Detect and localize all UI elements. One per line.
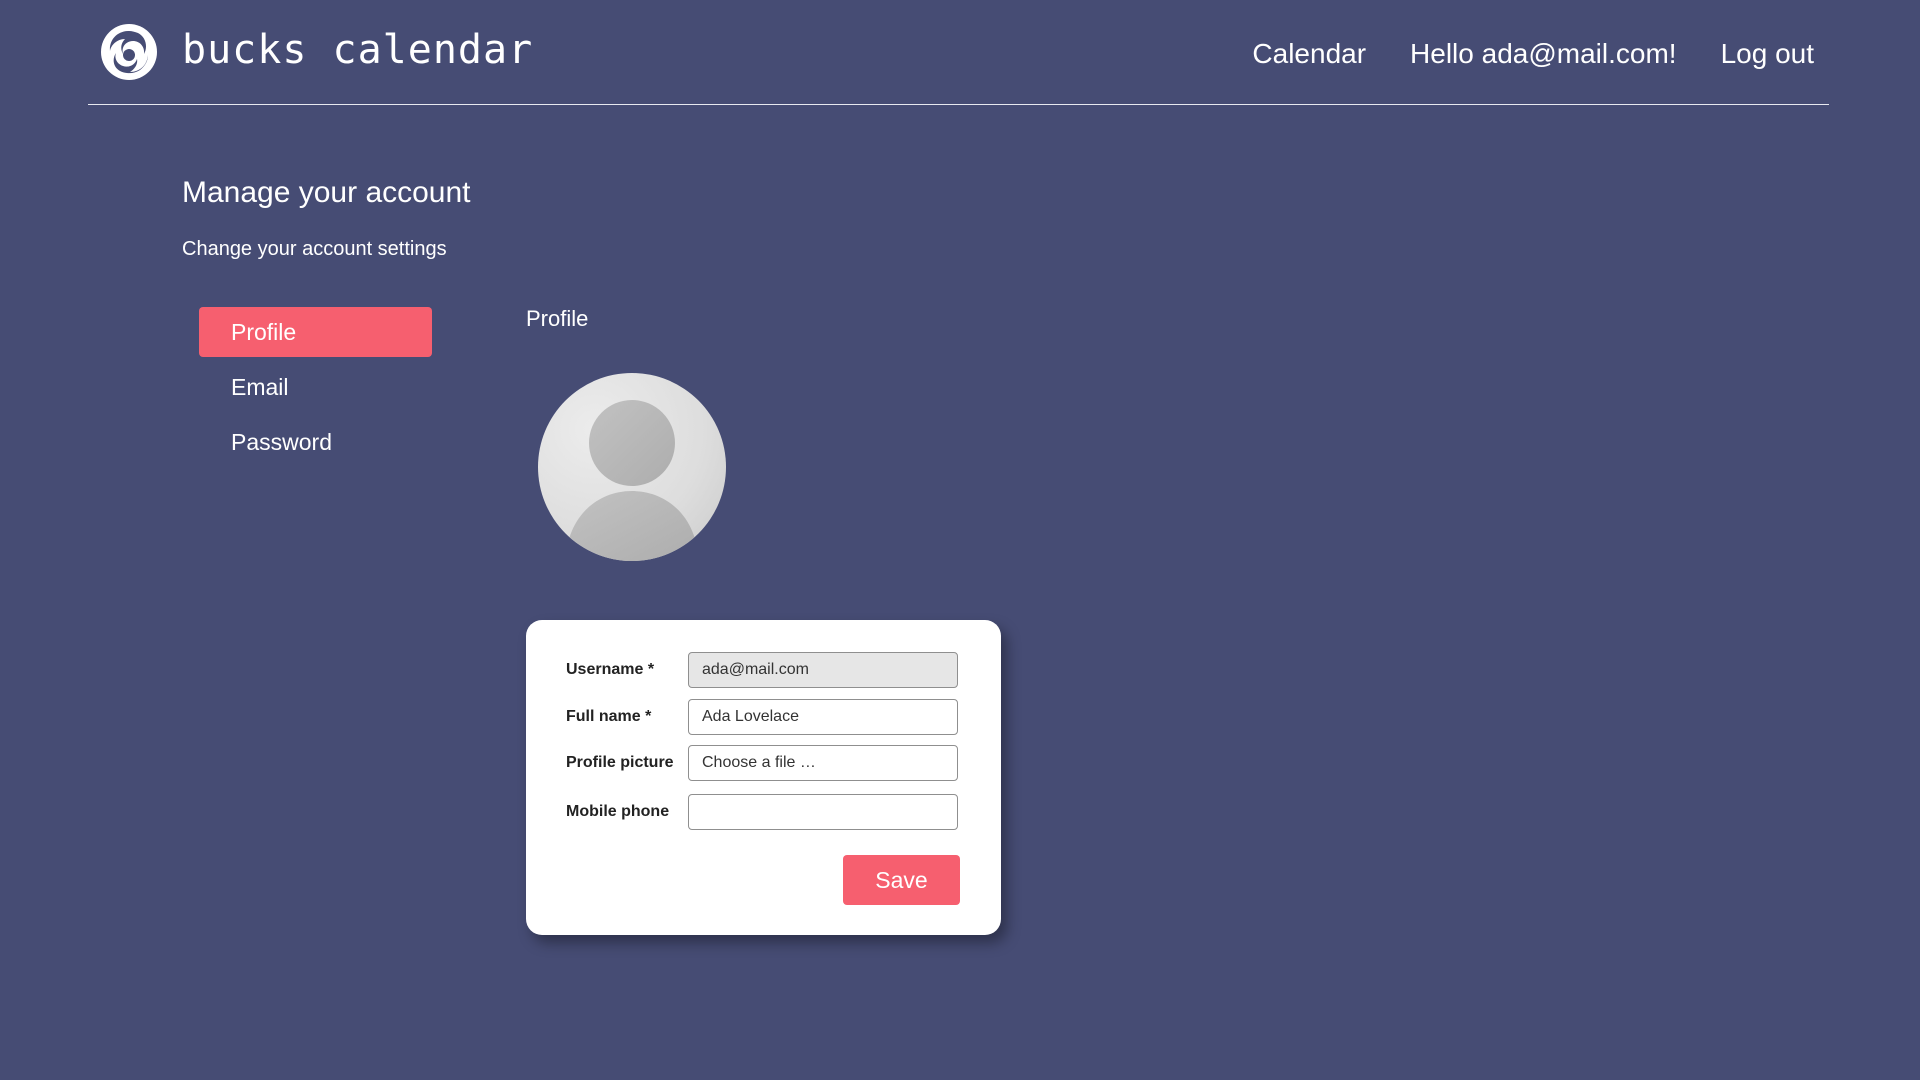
settings-menu: Profile Email Password xyxy=(199,307,432,472)
file-picker-button[interactable]: Choose a file … xyxy=(688,745,958,781)
fullname-label: Full name * xyxy=(566,708,652,725)
page-subtitle: Change your account settings xyxy=(182,238,447,260)
top-nav: Calendar Hello ada@mail.com! Log out xyxy=(1252,38,1814,70)
profile-form-card: Username * ada@mail.com Full name * Ada … xyxy=(526,620,1001,935)
nav-calendar-link[interactable]: Calendar xyxy=(1252,38,1366,70)
page: bucks calendar Calendar Hello ada@mail.c… xyxy=(0,0,1920,1080)
brand-name[interactable]: bucks calendar xyxy=(182,27,533,73)
menu-item-email[interactable]: Email xyxy=(199,362,432,412)
save-button[interactable]: Save xyxy=(843,855,960,905)
fullname-field[interactable]: Ada Lovelace xyxy=(688,699,958,735)
menu-item-profile[interactable]: Profile xyxy=(199,307,432,357)
phone-label: Mobile phone xyxy=(566,803,670,820)
nav-logout-link[interactable]: Log out xyxy=(1721,38,1814,70)
picture-row: Profile picture Choose a file … xyxy=(566,745,958,781)
nav-greeting-link[interactable]: Hello ada@mail.com! xyxy=(1410,38,1677,70)
phone-field[interactable] xyxy=(688,794,958,830)
picture-label: Profile picture xyxy=(566,754,674,771)
phone-row: Mobile phone xyxy=(566,794,958,830)
menu-item-password[interactable]: Password xyxy=(199,417,432,467)
user-silhouette-icon xyxy=(566,400,698,561)
username-row: Username * ada@mail.com xyxy=(566,652,958,688)
avatar xyxy=(538,373,726,561)
header: bucks calendar Calendar Hello ada@mail.c… xyxy=(88,0,1829,105)
section-title: Profile xyxy=(526,306,589,331)
fullname-row: Full name * Ada Lovelace xyxy=(566,699,958,735)
page-title: Manage your account xyxy=(182,176,471,209)
username-label: Username * xyxy=(566,661,655,678)
logo-icon[interactable] xyxy=(100,23,158,81)
username-field[interactable]: ada@mail.com xyxy=(688,652,958,688)
